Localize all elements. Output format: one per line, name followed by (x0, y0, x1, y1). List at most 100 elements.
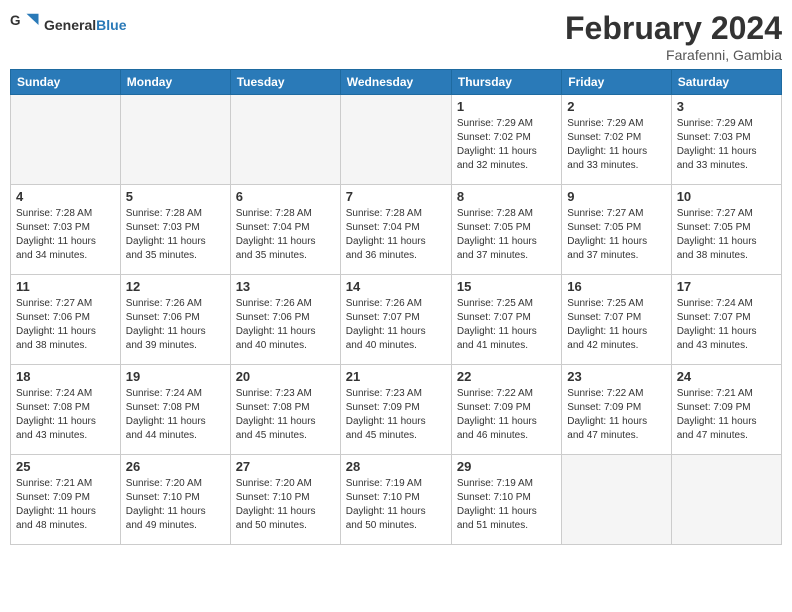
logo-general: General (44, 17, 96, 33)
day-cell-w5-d1: 25Sunrise: 7:21 AM Sunset: 7:09 PM Dayli… (11, 455, 121, 545)
day-cell-w5-d4: 28Sunrise: 7:19 AM Sunset: 7:10 PM Dayli… (340, 455, 451, 545)
day-cell-w4-d1: 18 Sunrise: 7:24 AM Sunset: 7:08 PM Dayli… (11, 365, 121, 455)
day-cell-w2-d6: 9 Sunrise: 7:27 AM Sunset: 7:05 PM Daylig… (562, 185, 671, 275)
day-number: 19 (126, 369, 225, 384)
day-cell-w1-d6: 2 Sunrise: 7:29 AM Sunset: 7:02 PM Daylig… (562, 95, 671, 185)
day-number: 25 (16, 459, 115, 474)
day-info: Sunrise: 7:24 AM Sunset: 7:08 PM Dayligh… (16, 387, 115, 443)
col-tuesday: Tuesday (230, 70, 340, 95)
day-info: Sunrise: 7:29 AM Sunset: 7:03 PM Dayligh… (677, 117, 776, 173)
day-cell-w1-d3 (230, 95, 340, 185)
col-monday: Monday (120, 70, 230, 95)
day-info: Sunrise: 7:26 AM Sunset: 7:07 PM Dayligh… (346, 297, 446, 353)
day-number: 9 (567, 189, 665, 204)
day-cell-w2-d2: 5Sunrise: 7:28 AM Sunset: 7:03 PM Daylig… (120, 185, 230, 275)
day-cell-w5-d3: 27 Sunrise: 7:20 AM Sunset: 7:10 PM Dayli… (230, 455, 340, 545)
calendar-table: Sunday Monday Tuesday Wednesday Thursday… (10, 69, 782, 545)
calendar-header-row: Sunday Monday Tuesday Wednesday Thursday… (11, 70, 782, 95)
day-info: Sunrise: 7:22 AM Sunset: 7:09 PM Dayligh… (457, 387, 556, 443)
day-info: Sunrise: 7:23 AM Sunset: 7:08 PM Dayligh… (236, 387, 335, 443)
day-number: 26 (126, 459, 225, 474)
day-info: Sunrise: 7:26 AM Sunset: 7:06 PM Dayligh… (126, 297, 225, 353)
day-info: Sunrise: 7:19 AM Sunset: 7:10 PM Dayligh… (346, 477, 446, 533)
day-info: Sunrise: 7:29 AM Sunset: 7:02 PM Dayligh… (567, 117, 665, 173)
day-info: Sunrise: 7:29 AM Sunset: 7:02 PM Dayligh… (457, 117, 556, 173)
day-cell-w4-d4: 21Sunrise: 7:23 AM Sunset: 7:09 PM Dayli… (340, 365, 451, 455)
day-info: Sunrise: 7:28 AM Sunset: 7:04 PM Dayligh… (236, 207, 335, 263)
day-number: 14 (346, 279, 446, 294)
day-info: Sunrise: 7:28 AM Sunset: 7:03 PM Dayligh… (16, 207, 115, 263)
day-cell-w4-d6: 23Sunrise: 7:22 AM Sunset: 7:09 PM Dayli… (562, 365, 671, 455)
day-cell-w4-d2: 19Sunrise: 7:24 AM Sunset: 7:08 PM Dayli… (120, 365, 230, 455)
logo: G GeneralBlue (10, 10, 126, 40)
day-cell-w5-d5: 29 Sunrise: 7:19 AM Sunset: 7:10 PM Dayli… (451, 455, 561, 545)
day-cell-w3-d1: 11Sunrise: 7:27 AM Sunset: 7:06 PM Dayli… (11, 275, 121, 365)
day-number: 16 (567, 279, 665, 294)
day-info: Sunrise: 7:28 AM Sunset: 7:04 PM Dayligh… (346, 207, 446, 263)
day-cell-w2-d1: 4 Sunrise: 7:28 AM Sunset: 7:03 PM Daylig… (11, 185, 121, 275)
day-cell-w2-d5: 8Sunrise: 7:28 AM Sunset: 7:05 PM Daylig… (451, 185, 561, 275)
day-cell-w1-d7: 3 Sunrise: 7:29 AM Sunset: 7:03 PM Daylig… (671, 95, 781, 185)
col-saturday: Saturday (671, 70, 781, 95)
day-cell-w1-d2 (120, 95, 230, 185)
day-number: 11 (16, 279, 115, 294)
day-cell-w5-d6 (562, 455, 671, 545)
week-row-2: 4 Sunrise: 7:28 AM Sunset: 7:03 PM Daylig… (11, 185, 782, 275)
day-number: 13 (236, 279, 335, 294)
day-cell-w2-d4: 7 Sunrise: 7:28 AM Sunset: 7:04 PM Daylig… (340, 185, 451, 275)
day-cell-w1-d1 (11, 95, 121, 185)
day-cell-w3-d2: 12 Sunrise: 7:26 AM Sunset: 7:06 PM Dayli… (120, 275, 230, 365)
day-cell-w1-d4 (340, 95, 451, 185)
day-number: 2 (567, 99, 665, 114)
day-cell-w3-d5: 15 Sunrise: 7:25 AM Sunset: 7:07 PM Dayli… (451, 275, 561, 365)
day-cell-w2-d7: 10Sunrise: 7:27 AM Sunset: 7:05 PM Dayli… (671, 185, 781, 275)
day-number: 7 (346, 189, 446, 204)
day-cell-w3-d6: 16 Sunrise: 7:25 AM Sunset: 7:07 PM Dayli… (562, 275, 671, 365)
day-number: 10 (677, 189, 776, 204)
day-info: Sunrise: 7:20 AM Sunset: 7:10 PM Dayligh… (126, 477, 225, 533)
col-wednesday: Wednesday (340, 70, 451, 95)
week-row-1: 1 Sunrise: 7:29 AM Sunset: 7:02 PM Daylig… (11, 95, 782, 185)
day-info: Sunrise: 7:19 AM Sunset: 7:10 PM Dayligh… (457, 477, 556, 533)
day-info: Sunrise: 7:25 AM Sunset: 7:07 PM Dayligh… (567, 297, 665, 353)
day-number: 17 (677, 279, 776, 294)
day-info: Sunrise: 7:23 AM Sunset: 7:09 PM Dayligh… (346, 387, 446, 443)
day-info: Sunrise: 7:28 AM Sunset: 7:05 PM Dayligh… (457, 207, 556, 263)
day-number: 3 (677, 99, 776, 114)
day-number: 18 (16, 369, 115, 384)
day-number: 24 (677, 369, 776, 384)
day-cell-w1-d5: 1 Sunrise: 7:29 AM Sunset: 7:02 PM Daylig… (451, 95, 561, 185)
month-year-title: February 2024 (565, 10, 782, 47)
day-cell-w4-d7: 24 Sunrise: 7:21 AM Sunset: 7:09 PM Dayli… (671, 365, 781, 455)
col-friday: Friday (562, 70, 671, 95)
day-info: Sunrise: 7:26 AM Sunset: 7:06 PM Dayligh… (236, 297, 335, 353)
day-cell-w5-d7 (671, 455, 781, 545)
location-subtitle: Farafenni, Gambia (565, 47, 782, 63)
day-cell-w4-d5: 22 Sunrise: 7:22 AM Sunset: 7:09 PM Dayli… (451, 365, 561, 455)
day-info: Sunrise: 7:25 AM Sunset: 7:07 PM Dayligh… (457, 297, 556, 353)
day-info: Sunrise: 7:27 AM Sunset: 7:05 PM Dayligh… (567, 207, 665, 263)
day-number: 29 (457, 459, 556, 474)
day-info: Sunrise: 7:20 AM Sunset: 7:10 PM Dayligh… (236, 477, 335, 533)
day-number: 15 (457, 279, 556, 294)
day-number: 1 (457, 99, 556, 114)
day-number: 20 (236, 369, 335, 384)
week-row-5: 25Sunrise: 7:21 AM Sunset: 7:09 PM Dayli… (11, 455, 782, 545)
day-number: 12 (126, 279, 225, 294)
day-info: Sunrise: 7:28 AM Sunset: 7:03 PM Dayligh… (126, 207, 225, 263)
day-info: Sunrise: 7:21 AM Sunset: 7:09 PM Dayligh… (677, 387, 776, 443)
day-cell-w3-d4: 14 Sunrise: 7:26 AM Sunset: 7:07 PM Dayli… (340, 275, 451, 365)
day-info: Sunrise: 7:24 AM Sunset: 7:07 PM Dayligh… (677, 297, 776, 353)
page-header: G GeneralBlue February 2024 Farafenni, G… (10, 10, 782, 63)
day-number: 27 (236, 459, 335, 474)
day-number: 4 (16, 189, 115, 204)
col-thursday: Thursday (451, 70, 561, 95)
day-cell-w3-d7: 17 Sunrise: 7:24 AM Sunset: 7:07 PM Dayli… (671, 275, 781, 365)
day-cell-w5-d2: 26 Sunrise: 7:20 AM Sunset: 7:10 PM Dayli… (120, 455, 230, 545)
day-info: Sunrise: 7:22 AM Sunset: 7:09 PM Dayligh… (567, 387, 665, 443)
week-row-4: 18 Sunrise: 7:24 AM Sunset: 7:08 PM Dayli… (11, 365, 782, 455)
logo-icon: G (10, 10, 40, 40)
week-row-3: 11Sunrise: 7:27 AM Sunset: 7:06 PM Dayli… (11, 275, 782, 365)
svg-text:G: G (10, 13, 21, 28)
day-number: 22 (457, 369, 556, 384)
